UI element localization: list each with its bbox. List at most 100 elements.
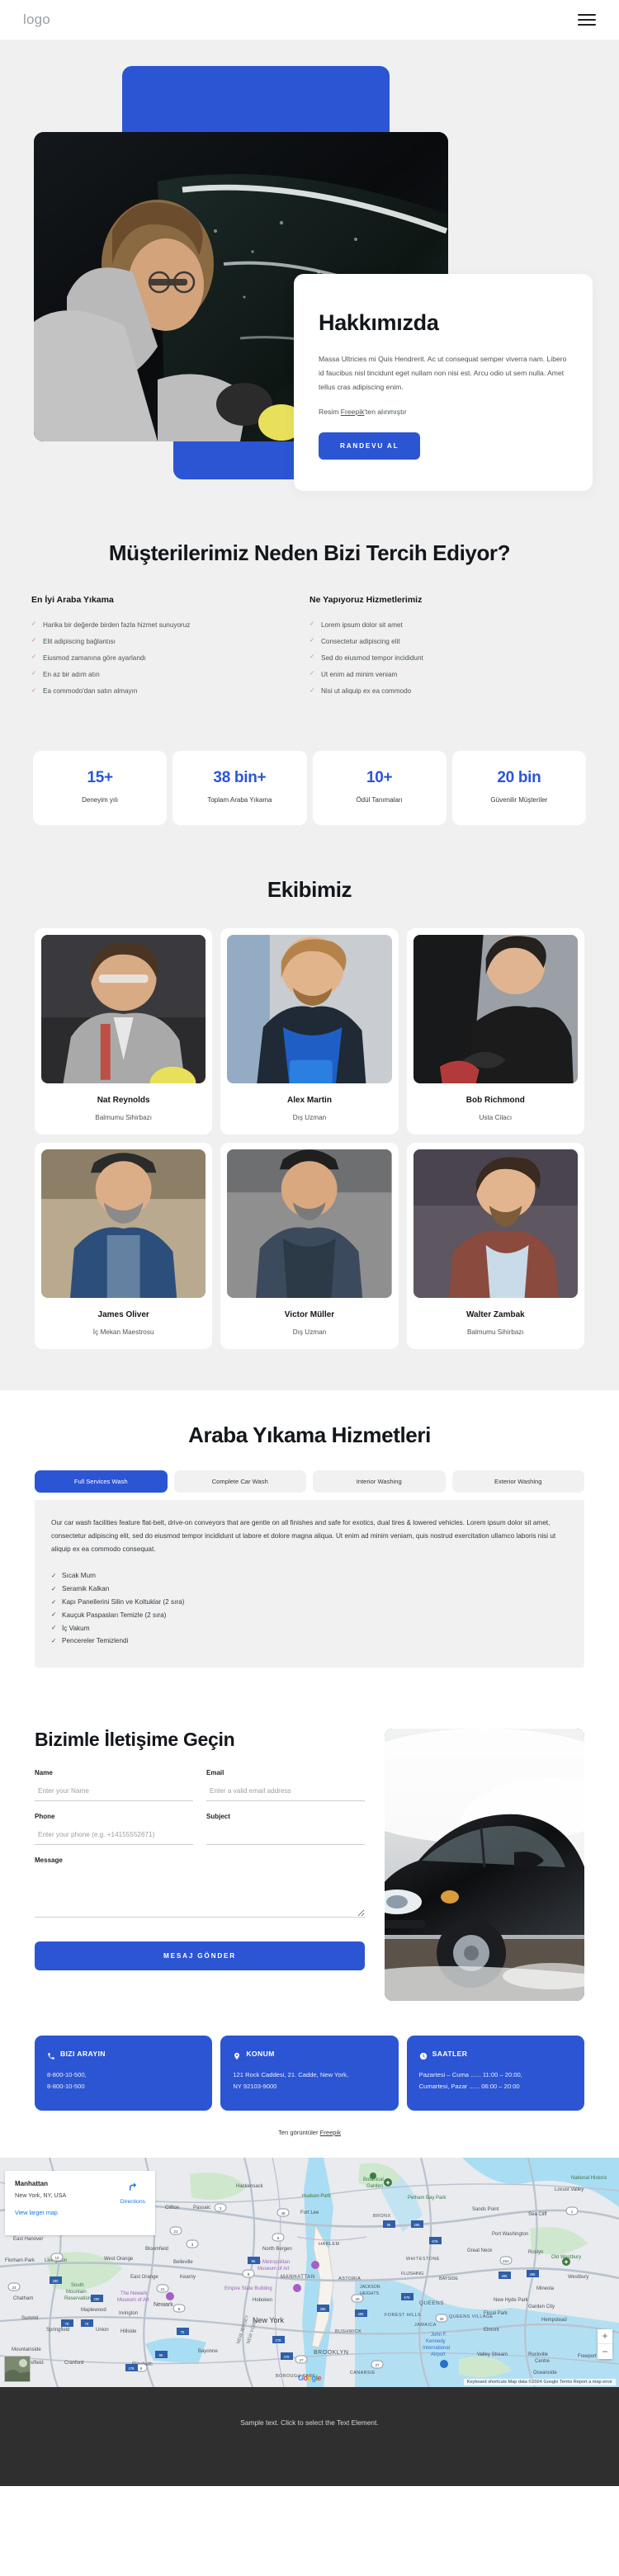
why-item-label: Ut enim ad minim veniam bbox=[321, 670, 398, 678]
stat-label: Toplam Araba Yıkama bbox=[207, 795, 272, 804]
svg-text:North Bergen: North Bergen bbox=[262, 2247, 292, 2252]
svg-text:9: 9 bbox=[178, 2307, 181, 2311]
services-feature: ✓ Kapı Panellerini Silin ve Koltuklar (2 … bbox=[51, 1596, 568, 1609]
svg-text:Locust Valley: Locust Valley bbox=[555, 2187, 584, 2192]
svg-text:478: 478 bbox=[284, 2355, 291, 2359]
why-item-label: Consectetur adipiscing elit bbox=[321, 637, 400, 645]
stat-label: Deneyim yılı bbox=[82, 795, 119, 804]
check-icon: ✓ bbox=[310, 620, 315, 628]
name-label: Name bbox=[35, 1768, 53, 1776]
svg-text:25: 25 bbox=[439, 2317, 444, 2321]
svg-text:Rockville: Rockville bbox=[528, 2352, 549, 2357]
svg-text:278: 278 bbox=[276, 2338, 282, 2342]
svg-text:Chatham: Chatham bbox=[13, 2296, 33, 2301]
svg-text:9: 9 bbox=[248, 2272, 250, 2276]
svg-text:Hudson Park: Hudson Park bbox=[302, 2194, 332, 2199]
tab-exterior-washing[interactable]: Exterior Washing bbox=[451, 1470, 584, 1493]
team-member-card[interactable]: Nat Reynolds Balmumu Sihirbazı bbox=[35, 927, 213, 1135]
logo[interactable]: logo bbox=[23, 12, 50, 28]
svg-text:495: 495 bbox=[530, 2272, 536, 2276]
contact-section: Bizimle İletişime Geçin Name Email Phone… bbox=[0, 1691, 619, 2001]
hamburger-menu-icon[interactable] bbox=[578, 13, 596, 26]
team-member-card[interactable]: Alex Martin Dış Uzman bbox=[220, 927, 399, 1135]
team-member-name: Walter Zambak bbox=[465, 1309, 525, 1319]
send-message-button[interactable]: MESAJ GÖNDER bbox=[35, 1941, 365, 1970]
team-member-name: Victor Müller bbox=[284, 1309, 335, 1319]
svg-text:QUEENS VILLAGE: QUEENS VILLAGE bbox=[449, 2314, 494, 2319]
book-appointment-button[interactable]: RANDEVU AL bbox=[319, 432, 421, 460]
why-choose-us-section: Müşterilerimiz Neden Bizi Tercih Ediyor?… bbox=[0, 520, 619, 738]
services-feature: ✓ İç Vakum bbox=[51, 1621, 568, 1635]
map-directions-button[interactable]: Directions bbox=[120, 2181, 145, 2205]
why-item-label: Eiusmod zamanına göre ayarlandı bbox=[43, 653, 146, 662]
map-directions-label: Directions bbox=[120, 2198, 145, 2205]
services-title: Araba Yıkama Hizmetleri bbox=[188, 1422, 431, 1447]
info-card-line-2: Cumartesi, Pazar ...... 06:00 – 20:00 bbox=[418, 2082, 520, 2090]
info-card-call-us: BIZI ARAYIN 8-800-10-500, 8-800-10-500 bbox=[35, 2035, 213, 2111]
svg-text:278: 278 bbox=[129, 2366, 135, 2371]
footer-text[interactable]: Sample text. Click to select the Text El… bbox=[240, 2418, 378, 2427]
svg-text:New Hyde Park: New Hyde Park bbox=[494, 2298, 529, 2303]
team-member-photo bbox=[413, 1149, 578, 1298]
svg-text:Summit: Summit bbox=[21, 2316, 39, 2321]
team-photo-graphic bbox=[41, 1149, 206, 1298]
why-column-0-list: ✓ Harika bir değerde birden fazla hizmet … bbox=[31, 616, 285, 699]
svg-text:National Historic: National Historic bbox=[571, 2176, 607, 2181]
tab-complete-car-wash[interactable]: Complete Car Wash bbox=[173, 1470, 306, 1493]
svg-text:Sea Cliff: Sea Cliff bbox=[528, 2212, 547, 2217]
services-feature-label: Sıcak Mum bbox=[62, 1572, 96, 1580]
team-member-card[interactable]: James Oliver İç Mekan Maestrosu bbox=[35, 1142, 213, 1349]
contact-info-cards: BIZI ARAYIN 8-800-10-500, 8-800-10-500 K… bbox=[0, 2000, 619, 2111]
freepik-link[interactable]: Freepik bbox=[320, 2129, 341, 2136]
subject-input[interactable] bbox=[206, 1827, 365, 1845]
phone-field-group: Phone bbox=[35, 1813, 193, 1845]
map-zoom-out-button[interactable]: − bbox=[598, 2344, 612, 2359]
map-embed[interactable]: Garfield Hackensack Hudson Park Pelham B… bbox=[0, 2157, 619, 2387]
team-photo-graphic bbox=[413, 934, 578, 1083]
contact-title: Bizimle İletişime Geçin bbox=[35, 1728, 235, 1750]
name-field-group: Name bbox=[35, 1769, 193, 1801]
services-feature: ✓ Kauçuk Paspasları Temizle (2 sıra) bbox=[51, 1608, 568, 1621]
stat-value: 10+ bbox=[366, 768, 393, 786]
svg-text:HEIGHTS: HEIGHTS bbox=[360, 2291, 380, 2296]
check-icon: ✓ bbox=[310, 686, 315, 694]
why-item: ✓ Ea commodo'dan satın almayın bbox=[31, 683, 285, 700]
map-zoom-controls[interactable]: + − bbox=[598, 2328, 612, 2359]
phone-input[interactable] bbox=[35, 1827, 193, 1845]
message-input[interactable] bbox=[35, 1869, 365, 1918]
stat-card: 20 bin Güvenilir Müşteriler bbox=[451, 750, 586, 825]
svg-text:Airport: Airport bbox=[431, 2352, 446, 2357]
stat-value: 38 bin+ bbox=[213, 768, 267, 786]
about-credit-link[interactable]: Freepik bbox=[341, 408, 365, 416]
team-member-card[interactable]: Bob Richmond Usta Cilacı bbox=[406, 927, 584, 1135]
about-title: Hakkımızda bbox=[319, 310, 439, 335]
svg-text:Garden: Garden bbox=[366, 2184, 383, 2189]
svg-text:Cranford: Cranford bbox=[64, 2361, 83, 2366]
subject-field-group: Subject bbox=[206, 1813, 365, 1845]
tab-interior-washing[interactable]: Interior Washing bbox=[313, 1470, 446, 1493]
svg-text:95: 95 bbox=[252, 2259, 256, 2263]
info-card-header: KONUM bbox=[233, 2050, 385, 2059]
check-icon: ✓ bbox=[31, 620, 37, 628]
view-larger-map-link[interactable]: View larger map bbox=[15, 2209, 58, 2216]
team-member-card[interactable]: Walter Zambak Balmumu Sihirbazı bbox=[406, 1142, 584, 1349]
team-member-card[interactable]: Victor Müller Dış Uzman bbox=[220, 1142, 399, 1349]
check-icon: ✓ bbox=[310, 636, 315, 644]
team-member-photo bbox=[41, 1149, 206, 1298]
map-street-view-thumbnail[interactable] bbox=[4, 2355, 31, 2382]
svg-text:Hempstead: Hempstead bbox=[541, 2318, 567, 2323]
map-zoom-in-button[interactable]: + bbox=[598, 2329, 612, 2344]
svg-text:Port Washington: Port Washington bbox=[492, 2232, 528, 2237]
freepik-attribution: Ten görüntüler Freepik bbox=[0, 2111, 619, 2158]
tab-full-services-wash[interactable]: Full Services Wash bbox=[35, 1470, 168, 1493]
email-input[interactable] bbox=[206, 1783, 365, 1801]
team-member-photo bbox=[227, 1149, 392, 1298]
why-item: ✓ Eiusmod zamanına göre ayarlandı bbox=[31, 649, 285, 666]
svg-text:East Hanover: East Hanover bbox=[13, 2237, 43, 2242]
team-member-role: İç Mekan Maestrosu bbox=[92, 1328, 154, 1336]
why-item: ✓ Sed do eiusmod tempor incididunt bbox=[310, 649, 563, 666]
name-input[interactable] bbox=[35, 1783, 193, 1801]
svg-text:Springfield: Springfield bbox=[46, 2328, 69, 2333]
services-feature: ✓ Pencereler Temizlendi bbox=[51, 1635, 568, 1648]
stat-card: 38 bin+ Toplam Araba Yıkama bbox=[172, 750, 307, 825]
